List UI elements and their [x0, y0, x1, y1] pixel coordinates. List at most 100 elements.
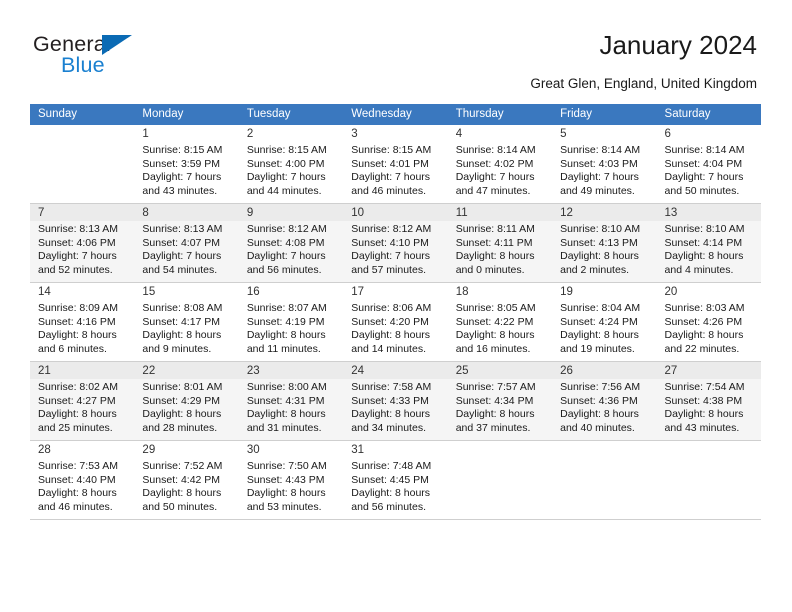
- daylight-duration-line2: and 11 minutes.: [246, 342, 321, 355]
- calendar-day-cell[interactable]: 22 Sunrise: 8:01 AM Sunset: 4:29 PM Dayligh…: [134, 361, 239, 441]
- calendar-day-cell[interactable]: 6 Sunrise: 8:14 AM Sunset: 4:04 PM Daylight…: [656, 125, 761, 204]
- day-details: Sunrise: 7:58 AM Sunset: 4:33 PM Daylight:…: [351, 381, 441, 435]
- calendar-day-cell[interactable]: 23 Sunrise: 8:00 AM Sunset: 4:31 PM Dayligh…: [238, 361, 344, 441]
- day-details: Sunrise: 8:12 AM Sunset: 4:10 PM Daylight:…: [351, 223, 441, 277]
- daylight-duration-line2: and 49 minutes.: [560, 184, 635, 197]
- day-number: 29: [142, 443, 232, 458]
- day-number-text: 29: [142, 444, 156, 456]
- calendar-day-cell[interactable]: 16 Sunrise: 8:07 AM Sunset: 4:19 PM Dayligh…: [238, 282, 344, 362]
- daylight-duration-line2: and 52 minutes.: [38, 263, 113, 276]
- calendar-day-cell[interactable]: 17 Sunrise: 8:06 AM Sunset: 4:20 PM Dayligh…: [343, 282, 448, 362]
- day-number-text: 12: [560, 207, 573, 219]
- day-number: 1: [142, 127, 232, 142]
- calendar-day-cell[interactable]: 28 Sunrise: 7:53 AM Sunset: 4:40 PM Dayligh…: [30, 440, 135, 520]
- calendar-day-cell[interactable]: 12 Sunrise: 8:10 AM Sunset: 4:13 PM Dayligh…: [552, 203, 657, 283]
- sunset-time: Sunset: 4:06 PM: [38, 236, 116, 249]
- calendar-day-cell[interactable]: 1 Sunrise: 8:15 AM Sunset: 3:59 PM Daylight…: [134, 125, 239, 204]
- weekday-header-thursday: Thursday: [447, 104, 553, 125]
- sunrise-time: Sunrise: 8:01 AM: [142, 381, 223, 393]
- day-details: Sunrise: 7:52 AM Sunset: 4:42 PM Daylight:…: [142, 460, 232, 514]
- day-number-text: 4: [455, 128, 463, 140]
- daylight-duration-line2: and 19 minutes.: [560, 342, 635, 355]
- day-details: Sunrise: 8:15 AM Sunset: 4:01 PM Daylight:…: [351, 144, 441, 198]
- sunrise-time: Sunrise: 8:14 AM: [664, 144, 745, 156]
- calendar-header-row: Sunday Monday Tuesday Wednesday Thursday Frid…: [30, 104, 761, 125]
- daylight-duration-line2: and 44 minutes.: [246, 184, 322, 197]
- day-cell-content: [30, 125, 134, 203]
- calendar-day-cell[interactable]: 14 Sunrise: 8:09 AM Sunset: 4:16 PM Dayligh…: [30, 282, 135, 362]
- sunset-time: Sunset: 4:11 PM: [455, 236, 533, 249]
- calendar-day-cell[interactable]: 3 Sunrise: 8:15 AM Sunset: 4:01 PM Daylight…: [343, 125, 448, 204]
- calendar-day-cell[interactable]: 30 Sunrise: 7:50 AM Sunset: 4:43 PM Dayligh…: [238, 440, 344, 520]
- sunset-time: Sunset: 4:34 PM: [455, 394, 534, 407]
- calendar-day-cell[interactable]: 5 Sunrise: 8:14 AM Sunset: 4:03 PM Daylight…: [552, 125, 657, 204]
- daylight-duration-line2: and 56 minutes.: [246, 263, 322, 276]
- daylight-duration-line1: Daylight: 8 hours: [142, 408, 222, 421]
- sunrise-time: Sunrise: 8:12 AM: [351, 223, 432, 235]
- daylight-duration-line1: Daylight: 8 hours: [560, 329, 639, 342]
- day-number-text: 31: [351, 444, 365, 456]
- daylight-duration-line1: Daylight: 8 hours: [664, 329, 744, 342]
- daylight-duration-line1: Daylight: 8 hours: [455, 250, 535, 263]
- day-number-text: 7: [38, 207, 45, 219]
- sunset-time: Sunset: 4:08 PM: [246, 236, 325, 249]
- calendar-day-cell[interactable]: 21 Sunrise: 8:02 AM Sunset: 4:27 PM Dayligh…: [30, 361, 135, 441]
- daylight-duration-line1: Daylight: 8 hours: [38, 329, 117, 342]
- day-number-text: 14: [38, 286, 51, 298]
- daylight-duration-line2: and 37 minutes.: [455, 421, 531, 434]
- calendar-day-cell[interactable]: 10 Sunrise: 8:12 AM Sunset: 4:10 PM Dayligh…: [343, 203, 448, 283]
- calendar-day-cell[interactable]: 2 Sunrise: 8:15 AM Sunset: 4:00 PM Daylight…: [238, 125, 344, 204]
- calendar-day-cell[interactable]: 24 Sunrise: 7:58 AM Sunset: 4:33 PM Dayligh…: [343, 361, 448, 441]
- calendar-day-cell[interactable]: 29 Sunrise: 7:52 AM Sunset: 4:42 PM Dayligh…: [134, 440, 239, 520]
- day-cell-content: 11 Sunrise: 8:11 AM Sunset: 4:11 PM Dayligh…: [447, 204, 553, 282]
- calendar-day-cell[interactable]: 25 Sunrise: 7:57 AM Sunset: 4:34 PM Dayligh…: [447, 361, 553, 441]
- calendar-day-cell[interactable]: 11 Sunrise: 8:11 AM Sunset: 4:11 PM Dayligh…: [447, 203, 553, 283]
- day-number: 31: [351, 443, 441, 458]
- daylight-duration-line2: and 4 minutes.: [664, 263, 734, 276]
- day-cell-content: 26 Sunrise: 7:56 AM Sunset: 4:36 PM Dayligh…: [552, 362, 657, 440]
- calendar-week-row: 7 Sunrise: 8:13 AM Sunset: 4:06 PM Daylight…: [30, 203, 761, 283]
- day-number: 28: [38, 443, 128, 458]
- day-details: Sunrise: 7:53 AM Sunset: 4:40 PM Daylight:…: [38, 460, 128, 514]
- day-cell-content: 2 Sunrise: 8:15 AM Sunset: 4:00 PM Daylight…: [239, 125, 343, 203]
- day-number-text: 9: [246, 207, 254, 219]
- calendar-body: 1 Sunrise: 8:15 AM Sunset: 3:59 PM Daylight…: [30, 125, 761, 520]
- calendar-day-cell[interactable]: 9 Sunrise: 8:12 AM Sunset: 4:08 PM Daylight…: [238, 203, 344, 283]
- calendar-day-cell[interactable]: 7 Sunrise: 8:13 AM Sunset: 4:06 PM Daylight…: [30, 203, 135, 283]
- calendar-day-cell[interactable]: 31 Sunrise: 7:48 AM Sunset: 4:45 PM Dayligh…: [343, 440, 448, 520]
- calendar-day-cell[interactable]: 27 Sunrise: 7:54 AM Sunset: 4:38 PM Dayligh…: [656, 361, 761, 441]
- day-cell-content: 22 Sunrise: 8:01 AM Sunset: 4:29 PM Dayligh…: [134, 362, 239, 440]
- sunrise-time: Sunrise: 8:02 AM: [38, 381, 118, 393]
- daylight-duration-line1: Daylight: 8 hours: [560, 408, 639, 421]
- sunset-time: Sunset: 4:02 PM: [455, 157, 534, 170]
- daylight-duration-line1: Daylight: 8 hours: [351, 487, 431, 500]
- day-number-text: 2: [246, 128, 254, 140]
- sunset-time: Sunset: 4:43 PM: [246, 473, 325, 486]
- daylight-duration-line2: and 0 minutes.: [455, 263, 525, 276]
- calendar-day-cell[interactable]: 20 Sunrise: 8:03 AM Sunset: 4:26 PM Dayligh…: [656, 282, 761, 362]
- calendar-day-cell[interactable]: 4 Sunrise: 8:14 AM Sunset: 4:02 PM Daylight…: [447, 125, 553, 204]
- day-details: Sunrise: 8:14 AM Sunset: 4:03 PM Daylight:…: [560, 144, 650, 198]
- calendar-day-cell[interactable]: 15 Sunrise: 8:08 AM Sunset: 4:17 PM Dayligh…: [134, 282, 239, 362]
- day-details: Sunrise: 8:14 AM Sunset: 4:04 PM Daylight:…: [665, 144, 755, 198]
- day-cell-content: 31 Sunrise: 7:48 AM Sunset: 4:45 PM Dayligh…: [343, 441, 447, 519]
- day-details: Sunrise: 7:50 AM Sunset: 4:43 PM Daylight:…: [247, 460, 337, 514]
- daylight-duration-line1: Daylight: 7 hours: [455, 171, 535, 184]
- day-number-text: 11: [455, 207, 468, 219]
- day-details: Sunrise: 8:00 AM Sunset: 4:31 PM Daylight:…: [247, 381, 337, 435]
- calendar-day-cell[interactable]: 13 Sunrise: 8:10 AM Sunset: 4:14 PM Dayligh…: [656, 203, 761, 283]
- sunset-time: Sunset: 4:45 PM: [351, 473, 429, 486]
- calendar-day-cell[interactable]: 8 Sunrise: 8:13 AM Sunset: 4:07 PM Daylight…: [134, 203, 239, 283]
- calendar-day-cell[interactable]: 26 Sunrise: 7:56 AM Sunset: 4:36 PM Dayligh…: [552, 361, 657, 441]
- daylight-duration-line2: and 56 minutes.: [351, 500, 426, 513]
- daylight-duration-line1: Daylight: 8 hours: [142, 487, 222, 500]
- day-details: Sunrise: 8:10 AM Sunset: 4:14 PM Daylight:…: [665, 223, 755, 277]
- day-cell-content: 29 Sunrise: 7:52 AM Sunset: 4:42 PM Dayligh…: [134, 441, 238, 519]
- sunrise-time: Sunrise: 8:05 AM: [455, 302, 536, 314]
- day-number-text: 3: [351, 128, 358, 140]
- sunrise-time: Sunrise: 7:52 AM: [142, 460, 223, 472]
- calendar-day-cell[interactable]: 19 Sunrise: 8:04 AM Sunset: 4:24 PM Dayligh…: [552, 282, 657, 362]
- calendar-day-cell[interactable]: 18 Sunrise: 8:05 AM Sunset: 4:22 PM Dayligh…: [447, 282, 553, 362]
- day-cell-content: 17 Sunrise: 8:06 AM Sunset: 4:20 PM Dayligh…: [343, 283, 447, 361]
- day-cell-content: [552, 441, 656, 519]
